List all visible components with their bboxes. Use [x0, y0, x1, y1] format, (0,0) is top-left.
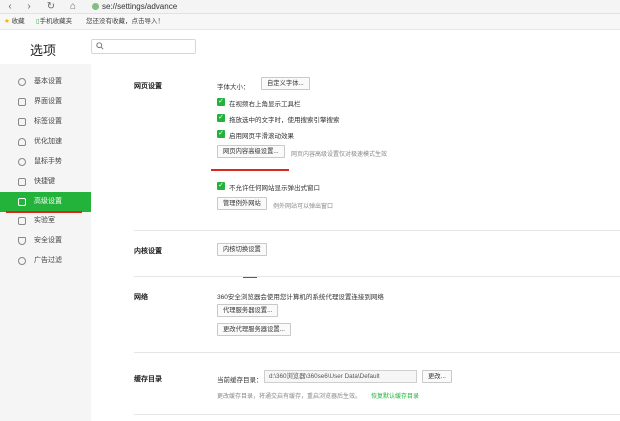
content-advanced-button[interactable]: 网页内容高级设置...: [217, 145, 285, 158]
sidebar-item-interface[interactable]: 界面设置: [0, 93, 91, 111]
sidebar-item-adblock[interactable]: 广告过滤: [0, 252, 91, 270]
search-icon: [96, 42, 104, 50]
window-icon: [18, 98, 26, 106]
kernel-switch-button[interactable]: 内核切换设置: [217, 243, 267, 256]
custom-font-button[interactable]: 自定义字体...: [261, 77, 310, 90]
font-size-label: 字体大小：: [217, 84, 250, 91]
sidebar-item-basic[interactable]: 基本设置: [0, 73, 91, 91]
cache-note: 更改缓存目录，将通交启有缓存，重启浏览器后生效。: [217, 394, 362, 400]
manage-exceptions-hint: 例外网站可以弹出窗口: [273, 204, 334, 210]
network-description: 360安全浏览器会使用您计算机的系统代理设置连接到网络: [217, 294, 384, 301]
url-text: se://settings/advance: [102, 2, 178, 11]
cache-path-field[interactable]: d:\360浏览器\360se6\User Data\Default: [264, 370, 417, 383]
section-title-cache: 缓存目录: [134, 376, 162, 383]
checkbox-smooth-scroll[interactable]: ✓: [217, 130, 225, 138]
secure-icon: [92, 3, 99, 10]
option-video-toolbar: 在视频右上角显示工具栏: [229, 101, 301, 108]
mouse-icon: [18, 158, 26, 166]
restore-default-cache-link[interactable]: 恢复默认缓存目录: [371, 391, 419, 400]
sidebar-item-tabs[interactable]: 标签设置: [0, 113, 91, 131]
sidebar-item-security[interactable]: 安全设置: [0, 232, 91, 250]
bookmark-import-hint[interactable]: 您还没有收藏，点击导入！: [86, 17, 164, 27]
option-block-popups: 不允许任何网站显示弹出式窗口: [229, 185, 320, 192]
settings-content: 网页设置 字体大小： 自定义字体... ✓ 在视频右上角显示工具栏 ✓ 拖放选中…: [91, 64, 620, 421]
tab-icon: [18, 118, 26, 126]
section-divider: [134, 276, 620, 277]
section-divider: [134, 352, 620, 353]
section-divider: [134, 230, 620, 231]
sidebar-item-optimize[interactable]: 优化加速: [0, 133, 91, 151]
sidebar-item-shortcuts[interactable]: 快捷键: [0, 173, 91, 191]
proxy-settings-button[interactable]: 代理服务器设置...: [217, 304, 279, 317]
option-smooth-scroll: 启用网页平滑滚动效果: [229, 133, 294, 140]
sidebar-item-advanced[interactable]: 高级设置: [0, 192, 91, 212]
bookmarks-bar: ★ 收藏 ▯手机收藏夹 您还没有收藏，点击导入！: [0, 14, 620, 30]
rocket-icon: [18, 138, 26, 146]
search-input[interactable]: [91, 39, 196, 54]
shield-icon: [18, 237, 26, 245]
checkbox-block-popups[interactable]: ✓: [217, 182, 225, 190]
bookmark-mobile[interactable]: ▯手机收藏夹: [36, 17, 72, 27]
refresh-icon[interactable]: ↻: [45, 1, 57, 13]
forward-icon[interactable]: ›: [23, 1, 35, 13]
sidebar-item-mouse[interactable]: 鼠标手势: [0, 153, 91, 171]
highlight-underline-content-advanced: [211, 169, 289, 171]
gear-icon: [18, 78, 26, 86]
bookmark-favorites[interactable]: ★ 收藏: [4, 17, 25, 27]
wrench-icon: [18, 198, 26, 206]
back-icon[interactable]: ‹: [4, 1, 16, 13]
browser-toolbar: ‹ › ↻ ⌂ se://settings/advance: [0, 0, 620, 14]
change-cache-button[interactable]: 更改...: [422, 370, 452, 383]
section-title-kernel: 内核设置: [134, 248, 162, 255]
star-icon: ★: [4, 18, 10, 25]
highlight-underline-sidebar: [6, 211, 82, 213]
flask-icon: [18, 217, 26, 225]
section-title-web: 网页设置: [134, 83, 162, 90]
manage-exceptions-button[interactable]: 管理例外网站: [217, 197, 267, 210]
section-title-network: 网络: [134, 294, 148, 301]
section-divider: [134, 414, 620, 415]
option-drag-search: 拖放选中的文字时，使用搜索引擎搜索: [229, 117, 340, 124]
keyboard-icon: [18, 178, 26, 186]
address-bar[interactable]: se://settings/advance: [92, 1, 612, 13]
page-title: 选项: [30, 43, 57, 58]
home-icon[interactable]: ⌂: [67, 1, 79, 13]
content-advanced-hint: 网页内容高级设置仅对极速模式生效: [291, 152, 388, 158]
change-proxy-button[interactable]: 更改代理服务器设置...: [217, 323, 291, 336]
sidebar-item-lab[interactable]: 实验室: [0, 212, 91, 230]
checkbox-video-toolbar[interactable]: ✓: [217, 98, 225, 106]
cache-current-label: 当前缓存目录：: [217, 377, 263, 384]
checkbox-drag-search[interactable]: ✓: [217, 114, 225, 122]
sidebar: 基本设置 界面设置 标签设置 优化加速 鼠标手势 快捷键 高级设置 实验室 安全…: [0, 64, 91, 421]
block-icon: [18, 257, 26, 265]
